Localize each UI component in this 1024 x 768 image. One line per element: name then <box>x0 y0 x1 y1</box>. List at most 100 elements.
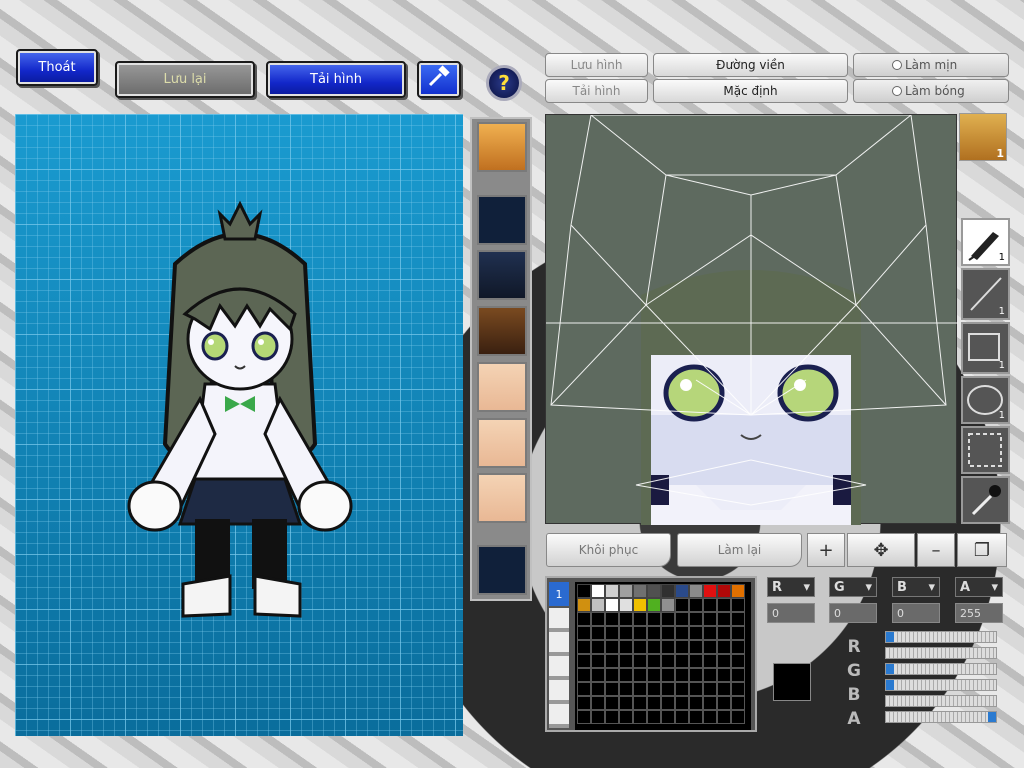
palette-swatch-empty[interactable] <box>647 654 661 668</box>
palette-swatch-empty[interactable] <box>619 640 633 654</box>
palette-swatch[interactable] <box>717 584 731 598</box>
tab-default[interactable]: Mặc định <box>653 79 848 103</box>
palette-swatch-empty[interactable] <box>703 668 717 682</box>
rectangle-tool[interactable]: 1 <box>961 322 1010 374</box>
alpha-slider[interactable] <box>885 711 997 723</box>
palette-swatch-empty[interactable] <box>661 696 675 710</box>
palette-swatch-empty[interactable] <box>717 626 731 640</box>
hammer-tool-button[interactable] <box>417 61 461 98</box>
palette-swatch-empty[interactable] <box>661 710 675 724</box>
green-slider-handle[interactable] <box>886 664 894 674</box>
palette-swatch-empty[interactable] <box>605 626 619 640</box>
palette-swatch-empty[interactable] <box>717 640 731 654</box>
palette-swatch-empty[interactable] <box>577 696 591 710</box>
alpha-channel-header[interactable]: A ▾ <box>955 577 1003 597</box>
palette-swatch-empty[interactable] <box>703 640 717 654</box>
palette-swatch-empty[interactable] <box>661 668 675 682</box>
palette-swatch-empty[interactable] <box>731 654 745 668</box>
palette-swatch-empty[interactable] <box>675 626 689 640</box>
palette-swatch[interactable] <box>661 598 675 612</box>
palette-swatch-empty[interactable] <box>717 612 731 626</box>
palette-swatch-empty[interactable] <box>731 626 745 640</box>
palette-swatch-empty[interactable] <box>647 682 661 696</box>
palette-swatch-empty[interactable] <box>591 668 605 682</box>
shade-radio[interactable] <box>892 86 902 96</box>
palette-swatch-empty[interactable] <box>633 668 647 682</box>
move-button[interactable]: ✥ <box>847 533 915 567</box>
smooth-option[interactable]: Làm mịn <box>853 53 1009 77</box>
palette-swatch-empty[interactable] <box>731 682 745 696</box>
palette-swatch[interactable] <box>619 598 633 612</box>
palette-swatch-empty[interactable] <box>689 654 703 668</box>
palette-swatch-empty[interactable] <box>703 598 717 612</box>
palette-swatch-empty[interactable] <box>577 682 591 696</box>
palette-swatch-empty[interactable] <box>647 612 661 626</box>
tab-outline[interactable]: Đường viền <box>653 53 848 77</box>
palette-swatch-empty[interactable] <box>577 640 591 654</box>
palette-swatch-empty[interactable] <box>647 668 661 682</box>
palette-swatch-empty[interactable] <box>591 612 605 626</box>
blue-slider[interactable] <box>885 679 997 691</box>
palette-swatch-empty[interactable] <box>591 626 605 640</box>
palette-grid[interactable] <box>575 582 751 730</box>
palette-swatch-empty[interactable] <box>577 710 591 724</box>
palette-swatch-empty[interactable] <box>731 696 745 710</box>
red-value-field[interactable]: 0 <box>767 603 815 623</box>
palette-swatch-empty[interactable] <box>619 654 633 668</box>
alpha-value-field[interactable]: 255 <box>955 603 1003 623</box>
palette-swatch-empty[interactable] <box>689 598 703 612</box>
red-slider-b[interactable] <box>885 647 997 659</box>
palette-swatch-empty[interactable] <box>633 654 647 668</box>
palette-swatch-empty[interactable] <box>731 598 745 612</box>
alpha-slider-handle[interactable] <box>988 712 996 722</box>
palette-swatch-empty[interactable] <box>619 668 633 682</box>
part-thumb-face-1[interactable] <box>477 362 527 412</box>
palette-swatch-empty[interactable] <box>717 696 731 710</box>
palette-swatch-empty[interactable] <box>689 612 703 626</box>
palette-swatch-empty[interactable] <box>675 710 689 724</box>
green-value-field[interactable]: 0 <box>829 603 877 623</box>
palette-swatch-empty[interactable] <box>577 668 591 682</box>
part-thumb-head[interactable] <box>477 122 527 172</box>
palette-swatch-empty[interactable] <box>703 626 717 640</box>
palette-swatch-empty[interactable] <box>647 640 661 654</box>
palette-swatch-empty[interactable] <box>605 710 619 724</box>
green-slider[interactable] <box>885 663 997 675</box>
redo-button[interactable]: Làm lại <box>677 533 802 567</box>
palette-swatch-empty[interactable] <box>703 682 717 696</box>
tab-save-image[interactable]: Lưu hình <box>545 53 648 77</box>
palette-swatch[interactable] <box>647 584 661 598</box>
palette-swatch-empty[interactable] <box>689 682 703 696</box>
palette-swatch-empty[interactable] <box>717 654 731 668</box>
palette-swatch-empty[interactable] <box>619 696 633 710</box>
red-slider-handle[interactable] <box>886 632 894 642</box>
zoom-out-button[interactable]: – <box>917 533 955 567</box>
palette-swatch-empty[interactable] <box>675 612 689 626</box>
part-thumb-empty[interactable] <box>477 195 527 245</box>
palette-swatch[interactable] <box>703 584 717 598</box>
palette-swatch-empty[interactable] <box>577 612 591 626</box>
palette-tabs[interactable] <box>549 608 569 728</box>
part-thumb-wolf[interactable] <box>477 250 527 300</box>
part-thumb-face-3[interactable] <box>477 473 527 523</box>
palette-swatch[interactable] <box>577 598 591 612</box>
palette-swatch[interactable] <box>661 584 675 598</box>
palette-swatch-empty[interactable] <box>591 696 605 710</box>
palette-swatch-empty[interactable] <box>703 696 717 710</box>
palette-swatch-empty[interactable] <box>703 612 717 626</box>
palette-swatch[interactable] <box>591 598 605 612</box>
palette-swatch-empty[interactable] <box>689 710 703 724</box>
palette-tab-1[interactable]: 1 <box>549 582 569 606</box>
palette-swatch-empty[interactable] <box>619 682 633 696</box>
palette-swatch-empty[interactable] <box>675 640 689 654</box>
smooth-radio[interactable] <box>892 60 902 70</box>
palette-swatch-empty[interactable] <box>675 696 689 710</box>
selection-tool[interactable] <box>961 426 1010 474</box>
palette-swatch[interactable] <box>591 584 605 598</box>
palette-swatch-empty[interactable] <box>661 682 675 696</box>
exit-button[interactable]: Thoát <box>16 49 98 86</box>
palette-swatch[interactable] <box>633 598 647 612</box>
red-slider[interactable] <box>885 631 997 643</box>
palette-swatch-empty[interactable] <box>605 682 619 696</box>
palette-swatch[interactable] <box>619 584 633 598</box>
